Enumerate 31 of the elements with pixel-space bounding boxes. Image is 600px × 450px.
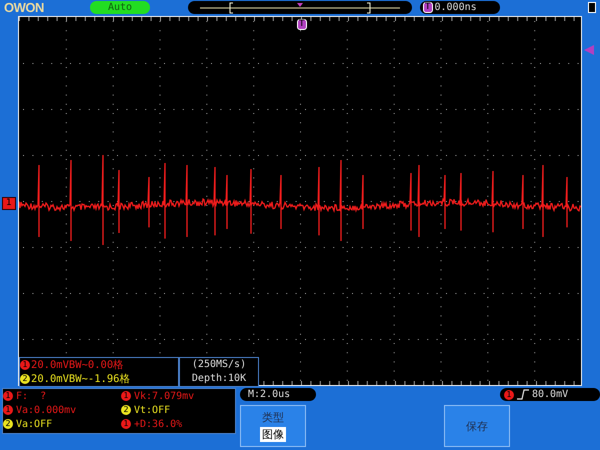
channel-badge: 2 <box>3 419 13 429</box>
trigger-position-value: 0.000ns <box>434 2 477 13</box>
channel-badge: 1 <box>3 405 13 415</box>
channel-badge: 2 <box>121 405 131 415</box>
trigger-marker: T <box>297 19 306 30</box>
indicator-icon <box>588 2 596 13</box>
channel-badge: 2 <box>20 374 30 384</box>
measurement-value: +D:36.0% <box>134 418 182 430</box>
trigger-mode-indicator: Auto <box>90 1 150 14</box>
channel-badge: 1 <box>121 391 131 401</box>
menu-button[interactable]: 类型 图像 <box>240 405 306 447</box>
channel-badge: 1 <box>121 419 131 429</box>
trigger-level-icon <box>584 45 594 55</box>
measurement-value: Vt:OFF <box>134 404 170 416</box>
timebase-display: M:2.0us <box>240 388 316 401</box>
channel-setting: 20.0mVBW~-1.96格 <box>31 372 131 386</box>
measurement-value: Va:0.000mv <box>16 404 76 416</box>
memory-depth: Depth:10K <box>192 372 246 386</box>
trigger-level: 80.0mV <box>532 388 568 401</box>
channel-marker: 1 <box>2 197 16 210</box>
channel-setting: 20.0mVBW~0.00格 <box>31 358 124 372</box>
measurement-value: F: ? <box>16 390 46 402</box>
channel-badge: 1 <box>504 390 514 400</box>
measurement-value: Va:OFF <box>16 418 52 430</box>
trigger-marker: T <box>423 2 432 13</box>
owon-logo: OWON <box>4 0 45 14</box>
sample-rate: (250MS/s) <box>192 358 246 372</box>
channel-badge: 1 <box>20 360 30 370</box>
channel-badge: 1 <box>3 391 13 401</box>
rising-edge-icon <box>517 389 529 400</box>
measurement-value: Vk:7.079mv <box>134 390 194 402</box>
